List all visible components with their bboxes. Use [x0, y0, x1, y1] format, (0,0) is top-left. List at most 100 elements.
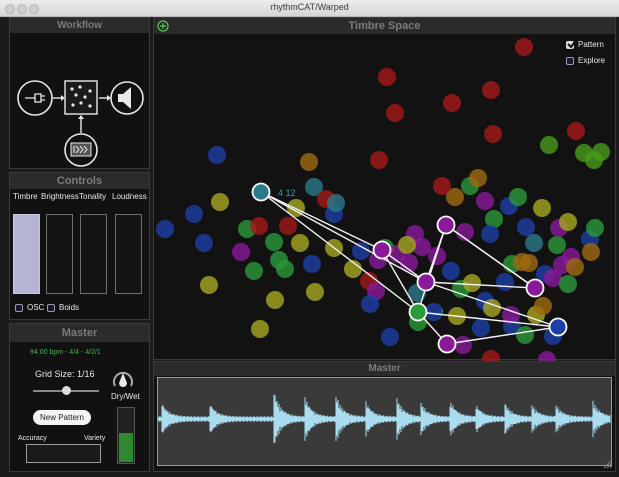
node-label: 1 [440, 308, 445, 318]
grid-size-slider-thumb[interactable] [62, 386, 71, 395]
sound-point[interactable] [250, 217, 268, 235]
workflow-panel: Workflow [9, 17, 150, 169]
workflow-title: Workflow [10, 18, 149, 33]
sound-point[interactable] [525, 234, 543, 252]
sound-point[interactable] [472, 319, 490, 337]
timbre-slider[interactable] [13, 214, 40, 294]
level-meter-fill [119, 433, 133, 462]
sound-point[interactable] [509, 188, 527, 206]
sound-point[interactable] [482, 81, 500, 99]
sound-point[interactable] [378, 68, 396, 86]
sound-point[interactable] [291, 234, 309, 252]
explore-label: Explore [578, 56, 606, 65]
sound-point[interactable] [433, 177, 451, 195]
sound-point[interactable] [443, 94, 461, 112]
sound-point[interactable] [567, 122, 585, 140]
tonality-column-label: Tonality [79, 192, 107, 201]
sound-point[interactable] [496, 273, 514, 291]
sound-point[interactable] [327, 194, 345, 212]
sound-point[interactable] [370, 151, 388, 169]
sound-point[interactable] [266, 291, 284, 309]
waveform-display[interactable] [157, 377, 612, 466]
timbre-space-canvas[interactable]: 4 12 1 [154, 34, 617, 361]
sound-point[interactable] [476, 192, 494, 210]
sound-point[interactable] [463, 274, 481, 292]
sound-point[interactable] [306, 283, 324, 301]
sound-point[interactable] [482, 350, 500, 361]
sound-point[interactable] [185, 205, 203, 223]
sound-point[interactable] [352, 242, 370, 260]
sound-point[interactable] [566, 258, 584, 276]
sound-point[interactable] [548, 236, 566, 254]
sound-point[interactable] [586, 219, 604, 237]
sound-point[interactable] [276, 260, 294, 278]
sound-point[interactable] [279, 217, 297, 235]
sound-point[interactable] [232, 243, 250, 261]
accuracy-variety-pad[interactable] [26, 444, 101, 463]
sound-point[interactable] [361, 295, 379, 313]
add-circle-icon[interactable] [157, 20, 169, 32]
pattern-node[interactable] [437, 334, 457, 354]
sound-point[interactable] [200, 276, 218, 294]
accuracy-label: Accuracy [18, 435, 47, 442]
sound-point[interactable] [534, 297, 552, 315]
speaker-output-icon[interactable] [110, 81, 144, 115]
input-node-icon[interactable] [17, 80, 53, 116]
sound-point[interactable] [300, 153, 318, 171]
explore-checkbox[interactable] [566, 57, 574, 65]
sound-point[interactable] [398, 236, 416, 254]
boids-checkbox[interactable] [47, 304, 55, 312]
resize-grip-icon[interactable] [603, 459, 613, 469]
checkmark-icon [567, 38, 578, 49]
sound-point[interactable] [208, 146, 226, 164]
level-meter [117, 407, 135, 464]
sound-point[interactable] [265, 233, 283, 251]
osc-checkbox[interactable] [15, 304, 23, 312]
sound-point[interactable] [481, 225, 499, 243]
sound-point[interactable] [533, 199, 551, 217]
sound-point[interactable] [469, 169, 487, 187]
sound-point[interactable] [303, 255, 321, 273]
sound-point[interactable] [245, 262, 263, 280]
sound-point[interactable] [484, 125, 502, 143]
sound-point[interactable] [386, 104, 404, 122]
tempo-status: 94.00 bpm - 4/4 - 4/2/1 [30, 349, 101, 356]
sound-point[interactable] [592, 143, 610, 161]
waveform-trace [157, 394, 611, 444]
sound-point[interactable] [582, 243, 600, 261]
sound-point[interactable] [454, 336, 472, 354]
grid-size-label: Grid Size: 1/16 [35, 369, 95, 379]
sound-point[interactable] [513, 253, 531, 271]
pattern-node[interactable] [436, 215, 456, 235]
sound-point[interactable] [251, 320, 269, 338]
sound-point[interactable] [195, 234, 213, 252]
sound-point[interactable] [211, 193, 229, 211]
pattern-node[interactable] [525, 278, 545, 298]
loudness-column-label: Loudness [112, 192, 147, 201]
sound-point[interactable] [381, 328, 399, 346]
variety-label: Variety [84, 435, 106, 442]
pattern-node[interactable] [408, 302, 428, 322]
timbre-space-node-icon[interactable] [64, 80, 98, 115]
master-bottom-title: Master [154, 362, 615, 376]
dry-wet-knob-icon[interactable] [112, 368, 134, 392]
brightness-slider[interactable] [46, 214, 73, 294]
sound-point[interactable] [515, 38, 533, 56]
sequencer-node-icon[interactable] [64, 133, 98, 167]
sound-point[interactable] [442, 262, 460, 280]
loudness-slider[interactable] [115, 214, 142, 294]
pattern-node[interactable] [251, 182, 271, 202]
pattern-node[interactable] [372, 240, 392, 260]
sound-point[interactable] [517, 218, 535, 236]
sound-point[interactable] [559, 213, 577, 231]
pattern-node[interactable] [548, 317, 568, 337]
new-pattern-button[interactable]: New Pattern [33, 410, 91, 425]
sound-point[interactable] [540, 136, 558, 154]
sound-point[interactable] [516, 326, 534, 344]
sound-point[interactable] [559, 275, 577, 293]
tonality-slider[interactable] [80, 214, 107, 294]
sound-point[interactable] [156, 220, 174, 238]
controls-title: Controls [10, 173, 149, 189]
pattern-node[interactable] [416, 272, 436, 292]
sound-point[interactable] [538, 351, 556, 361]
